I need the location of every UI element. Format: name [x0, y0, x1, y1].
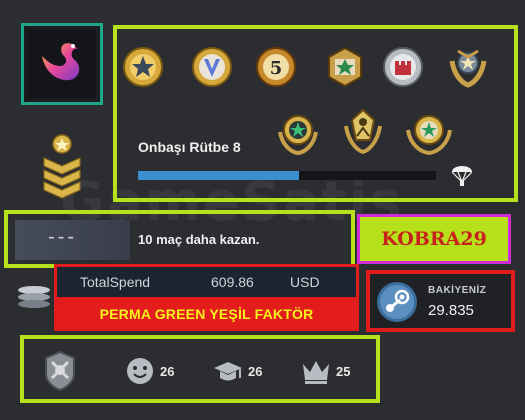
silver-castle-medal-icon[interactable] — [381, 45, 425, 89]
gold-figure-medal-icon[interactable] — [340, 106, 384, 155]
swan-logo-icon — [28, 30, 96, 98]
laurel-wreath-medal-icon[interactable] — [444, 43, 488, 88]
green-star-wreath-medal-icon[interactable] — [274, 108, 318, 156]
leader-crown-icon — [300, 356, 330, 386]
gold-v-coin-medal-icon[interactable] — [190, 45, 234, 89]
gold-star-coin-medal-icon[interactable] — [121, 45, 165, 89]
rank-title: Onbaşı Rütbe 8 — [138, 139, 241, 155]
rank-chevron-icon — [40, 132, 84, 202]
perma-label: PERMA GREEN YEŞİL FAKTÖR — [54, 297, 359, 331]
win-rank-dashes: --- — [48, 226, 77, 248]
kobra-label: KOBRA29 — [357, 214, 511, 264]
total-spend-label: TotalSpend — [80, 274, 151, 290]
rank-progress-bar — [138, 171, 436, 180]
teacher-count: 26 — [248, 364, 263, 379]
balance-label: BAKİYENİZ — [428, 285, 487, 296]
leader-count: 25 — [336, 364, 351, 379]
balance-value: 29.835 — [428, 302, 474, 319]
stacked-discs-icon — [16, 284, 52, 312]
total-spend-value: 609.86 — [211, 274, 254, 290]
five-year-coin-medal-icon[interactable]: 5 — [254, 45, 298, 89]
svg-text:5: 5 — [270, 58, 283, 79]
friendly-count: 26 — [160, 364, 175, 379]
avatar[interactable] — [21, 23, 103, 105]
steam-icon — [376, 281, 418, 323]
total-spend-currency: USD — [290, 274, 320, 290]
rank-progress-fill — [138, 171, 299, 180]
teacher-cap-icon — [212, 356, 242, 386]
green-star-pin-medal-icon[interactable] — [323, 45, 367, 89]
green-star-gold-medal-icon[interactable] — [404, 108, 452, 156]
friendly-smile-icon — [125, 356, 155, 386]
skill-group-emblem-icon — [38, 348, 82, 392]
wins-needed-text: 10 maç daha kazan. — [138, 232, 260, 247]
parachute-icon — [450, 160, 474, 188]
